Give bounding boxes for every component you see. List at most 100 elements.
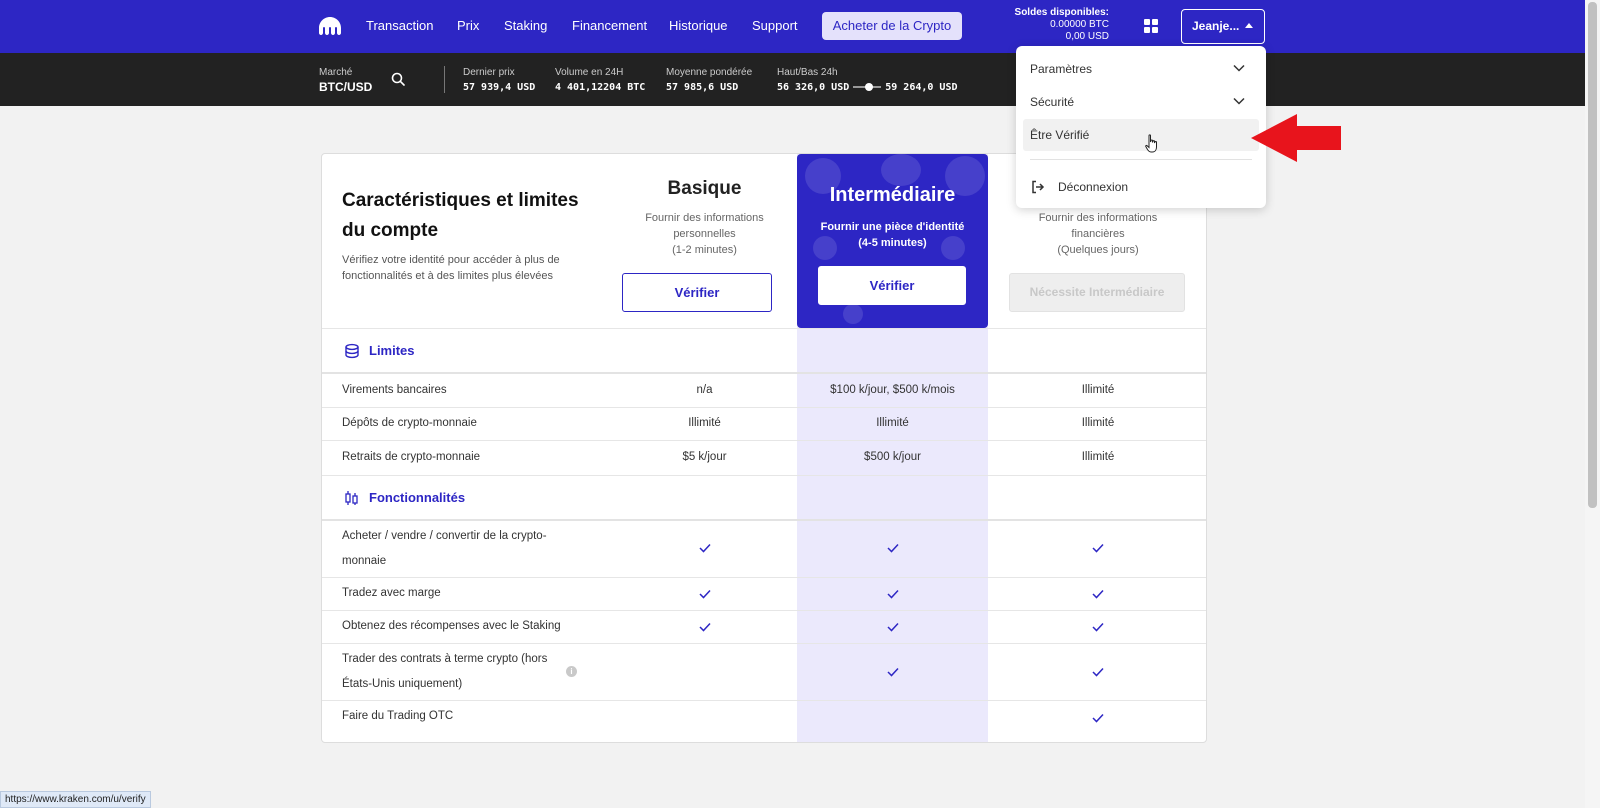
kraken-logo-icon[interactable] bbox=[319, 17, 341, 35]
nav-support[interactable]: Support bbox=[752, 18, 798, 33]
range-slider-indicator bbox=[853, 83, 882, 91]
tier-intermediate: Intermédiaire Fournir une pièce d'identi… bbox=[797, 154, 988, 328]
user-menu-button[interactable]: Jeanje... bbox=[1181, 9, 1265, 44]
table-row: Dépôts de crypto-monnaie Illimité Illimi… bbox=[322, 408, 1206, 441]
vwap-label: Moyenne pondérée bbox=[666, 67, 753, 78]
range-high: 59 264,0 USD bbox=[885, 82, 958, 93]
table-row: Acheter / vendre / convertir de la crypt… bbox=[322, 521, 1206, 578]
last-price: Dernier prix 57 939,4 USD bbox=[463, 65, 535, 95]
table-row: Obtenez des récompenses avec le Staking bbox=[322, 611, 1206, 644]
market-value: BTC/USD bbox=[319, 80, 373, 94]
balance-summary: Soldes disponibles: 0.00000 BTC 0,00 USD bbox=[1015, 7, 1109, 43]
range-label: Haut/Bas 24h bbox=[777, 67, 838, 78]
check-icon bbox=[612, 543, 797, 556]
vwap-value: 57 985,6 USD bbox=[666, 82, 739, 93]
volume-label: Volume en 24H bbox=[555, 67, 624, 78]
check-icon bbox=[988, 622, 1206, 635]
chevron-down-icon bbox=[1233, 97, 1245, 105]
hand-cursor-icon bbox=[1145, 134, 1157, 153]
high-low-24h: Haut/Bas 24h 56 326,0 USD 59 264,0 USD bbox=[777, 65, 958, 95]
table-row: Faire du Trading OTC bbox=[322, 701, 1206, 742]
section-limits: Limites bbox=[322, 328, 1206, 374]
info-icon[interactable]: i bbox=[566, 666, 577, 677]
tier-advanced-desc: Fournir des informations financières (Qu… bbox=[1038, 212, 1158, 256]
tier-basic-desc: Fournir des informations personnelles (1… bbox=[645, 212, 764, 256]
menu-item-security[interactable]: Sécurité bbox=[1023, 86, 1259, 118]
check-icon bbox=[612, 589, 797, 602]
check-icon bbox=[797, 667, 988, 680]
check-icon bbox=[612, 622, 797, 635]
nav-financement[interactable]: Financement bbox=[572, 18, 647, 33]
apps-grid-icon[interactable] bbox=[1144, 19, 1158, 33]
scrollbar-thumb[interactable] bbox=[1588, 2, 1597, 508]
logout-icon bbox=[1032, 180, 1045, 194]
nav-transaction[interactable]: Transaction bbox=[366, 18, 433, 33]
requires-intermediate-button: Nécessite Intermédiaire bbox=[1009, 273, 1185, 312]
search-icon[interactable] bbox=[391, 72, 405, 86]
check-icon bbox=[988, 543, 1206, 556]
row-label: Tradez avec marge bbox=[342, 587, 441, 599]
coins-stack-icon bbox=[345, 343, 359, 359]
balance-usd: 0,00 USD bbox=[1065, 31, 1109, 42]
page-subtitle: Vérifiez votre identité pour accéder à p… bbox=[342, 254, 560, 282]
balance-title: Soldes disponibles: bbox=[1014, 7, 1109, 18]
page-scrollbar[interactable] bbox=[1585, 0, 1600, 808]
tier-basic-name: Basique bbox=[667, 178, 742, 199]
vwap: Moyenne pondérée 57 985,6 USD bbox=[666, 65, 752, 95]
status-bar-url: https://www.kraken.com/u/verify bbox=[0, 791, 151, 808]
tier-intermediate-desc: Fournir une pièce d'identité (4-5 minute… bbox=[820, 221, 965, 249]
row-label: Dépôts de crypto-monnaie bbox=[342, 417, 477, 429]
user-dropdown-menu: Paramètres Sécurité Être Vérifié Déconne… bbox=[1016, 46, 1266, 208]
menu-item-settings[interactable]: Paramètres bbox=[1023, 53, 1259, 85]
cell-advanced: Illimité bbox=[1081, 417, 1115, 429]
check-icon bbox=[797, 543, 988, 556]
menu-item-get-verified-label: Être Vérifié bbox=[1030, 128, 1090, 142]
ticker-divider bbox=[444, 66, 445, 93]
last-price-label: Dernier prix bbox=[463, 67, 515, 78]
market-selector[interactable]: Marché BTC/USD bbox=[319, 65, 372, 95]
annotation-arrow-icon bbox=[1251, 114, 1341, 162]
bitcoin-coin-icon bbox=[881, 154, 921, 186]
check-icon bbox=[988, 713, 1206, 726]
table-row: Virements bancaires n/a $100 k/jour, $50… bbox=[322, 374, 1206, 408]
volume-24h: Volume en 24H 4 401,12204 BTC bbox=[555, 65, 645, 95]
table-row: Retraits de crypto-monnaie $5 k/jour $50… bbox=[322, 441, 1206, 475]
cell-intermediate: $100 k/jour, $500 k/mois bbox=[830, 384, 955, 396]
row-label: Obtenez des récompenses avec le Staking bbox=[342, 620, 561, 632]
verify-basic-button[interactable]: Vérifier bbox=[622, 273, 772, 312]
user-name: Jeanje... bbox=[1192, 19, 1240, 33]
cell-intermediate: Illimité bbox=[876, 417, 909, 429]
cell-intermediate: $500 k/jour bbox=[864, 451, 921, 463]
cell-advanced: Illimité bbox=[1081, 451, 1115, 463]
cell-basic: Illimité bbox=[688, 417, 721, 429]
check-icon bbox=[988, 667, 1206, 680]
menu-divider bbox=[1030, 159, 1252, 160]
verify-intermediate-button[interactable]: Vérifier bbox=[818, 266, 966, 305]
row-label: Trader des contrats à terme crypto (hors… bbox=[342, 653, 548, 690]
cell-advanced: Illimité bbox=[1081, 384, 1115, 396]
row-label: Virements bancaires bbox=[342, 384, 447, 396]
balance-btc: 0.00000 BTC bbox=[1050, 19, 1109, 30]
cell-basic: $5 k/jour bbox=[682, 451, 727, 463]
table-row: Tradez avec marge bbox=[322, 578, 1206, 611]
check-icon bbox=[797, 622, 988, 635]
nav-staking[interactable]: Staking bbox=[504, 18, 547, 33]
row-label: Retraits de crypto-monnaie bbox=[342, 451, 481, 463]
section-features: Fonctionnalités bbox=[322, 475, 1206, 521]
nav-prix[interactable]: Prix bbox=[457, 18, 479, 33]
account-limits-card: Caractéristiques et limites du compte Vé… bbox=[321, 153, 1207, 743]
menu-item-get-verified[interactable]: Être Vérifié bbox=[1023, 119, 1259, 151]
chevron-down-icon bbox=[1233, 64, 1245, 72]
range-low: 56 326,0 USD bbox=[777, 82, 850, 93]
check-icon bbox=[988, 589, 1206, 602]
cell-basic: n/a bbox=[696, 384, 713, 396]
nav-historique[interactable]: Historique bbox=[669, 18, 728, 33]
market-ticker: Marché BTC/USD Dernier prix 57 939,4 USD… bbox=[0, 53, 1585, 106]
page-title: Caractéristiques et limites du compte bbox=[342, 190, 579, 241]
menu-item-settings-label: Paramètres bbox=[1030, 62, 1093, 76]
caret-up-icon bbox=[1245, 23, 1254, 28]
menu-item-security-label: Sécurité bbox=[1030, 95, 1075, 109]
buy-crypto-button[interactable]: Acheter de la Crypto bbox=[822, 12, 962, 40]
table-row: Trader des contrats à terme crypto (hors… bbox=[322, 644, 1206, 701]
top-navigation: Transaction Prix Staking Financement His… bbox=[0, 0, 1585, 53]
